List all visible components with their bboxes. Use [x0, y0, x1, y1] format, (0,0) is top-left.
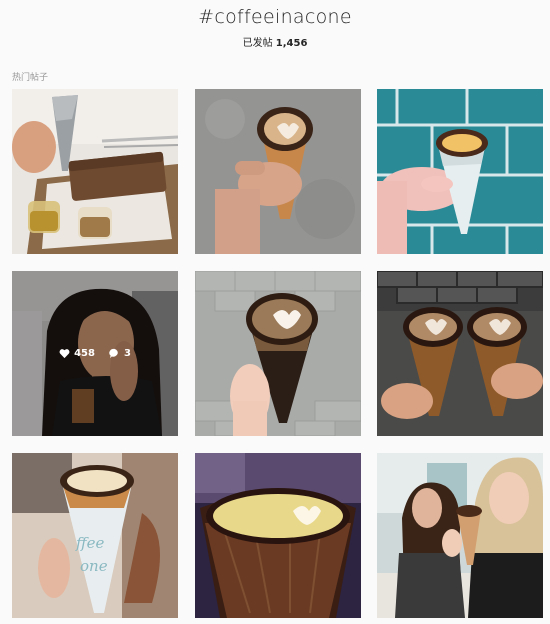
comments-stat: 3: [109, 348, 131, 359]
post-image-3: [377, 89, 543, 254]
post-tile-2[interactable]: [195, 89, 361, 254]
comments-count: 3: [123, 348, 131, 359]
post-image-1: [12, 89, 178, 254]
post-tile-8[interactable]: [195, 453, 361, 618]
post-image-9: [377, 453, 543, 618]
post-image-8: [195, 453, 361, 618]
post-tile-6[interactable]: [377, 271, 543, 436]
post-tile-1[interactable]: [12, 89, 178, 254]
svg-text:one: one: [80, 557, 108, 575]
post-image-2: [195, 89, 361, 254]
post-image-6: [377, 271, 543, 436]
post-hover-overlay: 458 3: [12, 271, 178, 436]
post-tile-7[interactable]: ffee one: [12, 453, 178, 618]
post-tile-4[interactable]: 458 3: [12, 271, 178, 436]
comment-icon: [109, 348, 118, 359]
post-tile-9[interactable]: [377, 453, 543, 618]
svg-text:ffee: ffee: [75, 534, 105, 552]
post-image-7: ffee one: [12, 453, 178, 618]
post-image-5: [195, 271, 361, 436]
post-tile-3[interactable]: [377, 89, 543, 254]
likes-count: 458: [74, 348, 95, 359]
heart-icon: [59, 349, 70, 359]
top-posts-grid: 458 3 ffee one: [0, 0, 550, 624]
post-tile-5[interactable]: [195, 271, 361, 436]
likes-stat: 458: [59, 348, 95, 359]
